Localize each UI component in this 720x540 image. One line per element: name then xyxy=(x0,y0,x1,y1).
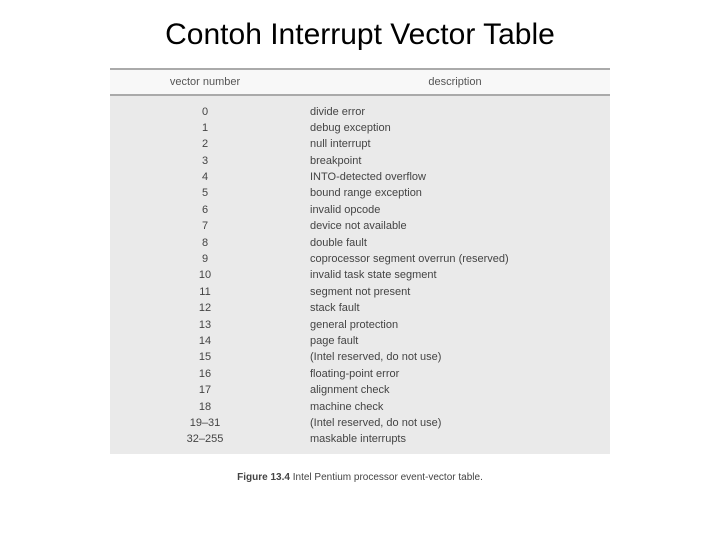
cell-description: stack fault xyxy=(300,301,610,316)
cell-description: machine check xyxy=(300,400,610,415)
table-row: 7device not available xyxy=(110,219,610,235)
table-row: 3breakpoint xyxy=(110,153,610,169)
cell-description: bound range exception xyxy=(300,186,610,201)
cell-vector-number: 5 xyxy=(110,186,300,201)
table-row: 1debug exception xyxy=(110,120,610,136)
cell-description: INTO-detected overflow xyxy=(300,170,610,185)
cell-description: device not available xyxy=(300,219,610,234)
table-row: 6invalid opcode xyxy=(110,202,610,218)
cell-description: null interrupt xyxy=(300,137,610,152)
cell-description: invalid opcode xyxy=(300,203,610,218)
cell-description: breakpoint xyxy=(300,154,610,169)
cell-vector-number: 14 xyxy=(110,334,300,349)
cell-vector-number: 1 xyxy=(110,121,300,136)
table-row: 10invalid task state segment xyxy=(110,268,610,284)
header-description: description xyxy=(300,76,610,88)
table-body: 0divide error1debug exception2null inter… xyxy=(110,96,610,454)
cell-description: debug exception xyxy=(300,121,610,136)
cell-description: alignment check xyxy=(300,383,610,398)
cell-vector-number: 11 xyxy=(110,285,300,300)
cell-vector-number: 16 xyxy=(110,367,300,382)
table-row: 13general protection xyxy=(110,317,610,333)
cell-vector-number: 19–31 xyxy=(110,416,300,431)
caption-text: Intel Pentium processor event-vector tab… xyxy=(293,472,483,483)
cell-description: maskable interrupts xyxy=(300,432,610,447)
table-row: 18machine check xyxy=(110,399,610,415)
cell-vector-number: 7 xyxy=(110,219,300,234)
cell-description: floating-point error xyxy=(300,367,610,382)
cell-description: invalid task state segment xyxy=(300,268,610,283)
cell-description: general protection xyxy=(300,318,610,333)
table-row: 19–31(Intel reserved, do not use) xyxy=(110,415,610,431)
cell-description: (Intel reserved, do not use) xyxy=(300,350,610,365)
caption-label: Figure 13.4 xyxy=(237,472,290,483)
table-row: 15(Intel reserved, do not use) xyxy=(110,350,610,366)
cell-vector-number: 8 xyxy=(110,236,300,251)
page-title: Contoh Interrupt Vector Table xyxy=(0,0,720,60)
cell-description: (Intel reserved, do not use) xyxy=(300,416,610,431)
cell-vector-number: 9 xyxy=(110,252,300,267)
cell-vector-number: 13 xyxy=(110,318,300,333)
table-row: 5bound range exception xyxy=(110,186,610,202)
table-row: 14page fault xyxy=(110,333,610,349)
table-row: 4INTO-detected overflow xyxy=(110,170,610,186)
table-row: 8double fault xyxy=(110,235,610,251)
cell-description: segment not present xyxy=(300,285,610,300)
cell-vector-number: 18 xyxy=(110,400,300,415)
cell-vector-number: 3 xyxy=(110,154,300,169)
table-row: 11segment not present xyxy=(110,284,610,300)
table-row: 0divide error xyxy=(110,104,610,120)
cell-vector-number: 10 xyxy=(110,268,300,283)
cell-vector-number: 4 xyxy=(110,170,300,185)
cell-vector-number: 17 xyxy=(110,383,300,398)
cell-description: page fault xyxy=(300,334,610,349)
cell-description: double fault xyxy=(300,236,610,251)
cell-vector-number: 15 xyxy=(110,350,300,365)
table-row: 17alignment check xyxy=(110,383,610,399)
table-header-row: vector number description xyxy=(110,68,610,96)
table-row: 16floating-point error xyxy=(110,366,610,382)
table-row: 2null interrupt xyxy=(110,137,610,153)
table-row: 32–255maskable interrupts xyxy=(110,432,610,448)
cell-description: divide error xyxy=(300,105,610,120)
cell-vector-number: 2 xyxy=(110,137,300,152)
header-vector-number: vector number xyxy=(110,76,300,88)
cell-vector-number: 6 xyxy=(110,203,300,218)
cell-vector-number: 0 xyxy=(110,105,300,120)
cell-vector-number: 32–255 xyxy=(110,432,300,447)
table-row: 9coprocessor segment overrun (reserved) xyxy=(110,252,610,268)
vector-table: vector number description 0divide error1… xyxy=(110,68,610,454)
cell-description: coprocessor segment overrun (reserved) xyxy=(300,252,610,267)
figure-caption: Figure 13.4 Intel Pentium processor even… xyxy=(0,472,720,483)
table-row: 12stack fault xyxy=(110,301,610,317)
cell-vector-number: 12 xyxy=(110,301,300,316)
